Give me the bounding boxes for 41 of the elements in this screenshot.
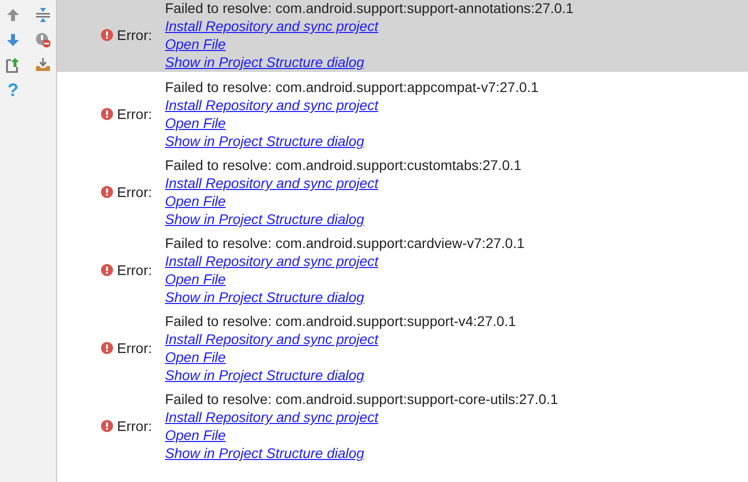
link[interactable]: Show in Project Structure dialog xyxy=(165,288,364,306)
error-message: Failed to resolve: com.android.support:support-v4:27.0.1 xyxy=(165,312,516,330)
error-icon xyxy=(101,342,113,354)
link[interactable]: Install Repository and sync project xyxy=(165,174,378,192)
link[interactable]: Show in Project Structure dialog xyxy=(165,53,364,71)
error-message: Failed to resolve: com.android.support:appcompat-v7:27.0.1 xyxy=(165,78,539,96)
error-row[interactable]: Error: Failed to resolve: com.android.support:support-annotations:27.0.1 Install Repository and sync project Open File Show in Project Structure dialog xyxy=(57,0,748,72)
link[interactable]: Open File xyxy=(165,348,226,366)
error-label: Error: xyxy=(117,260,152,280)
link[interactable]: Install Repository and sync project xyxy=(165,17,378,35)
error-message: Failed to resolve: com.android.support:support-annotations:27.0.1 xyxy=(165,0,574,17)
error-icon xyxy=(101,108,113,120)
error-icon xyxy=(101,186,113,198)
link[interactable]: Install Repository and sync project xyxy=(165,252,378,270)
link[interactable]: Open File xyxy=(165,114,226,132)
error-filter-icon[interactable] xyxy=(34,31,52,49)
error-label: Error: xyxy=(117,26,152,44)
link[interactable]: Install Repository and sync project xyxy=(165,96,378,114)
link[interactable]: Install Repository and sync project xyxy=(165,408,378,426)
link[interactable]: Open File xyxy=(165,35,226,53)
link[interactable]: Open File xyxy=(165,192,226,210)
link[interactable]: Show in Project Structure dialog xyxy=(165,366,364,384)
error-message: Failed to resolve: com.android.support:support-core-utils:27.0.1 xyxy=(165,390,558,408)
link[interactable]: Show in Project Structure dialog xyxy=(165,444,364,462)
error-label: Error: xyxy=(117,338,152,358)
link[interactable]: Show in Project Structure dialog xyxy=(165,210,364,228)
download-icon[interactable] xyxy=(34,56,52,74)
error-icon xyxy=(101,420,113,432)
link[interactable]: Open File xyxy=(165,426,226,444)
link[interactable]: Install Repository and sync project xyxy=(165,330,378,348)
error-message: Failed to resolve: com.android.support:customtabs:27.0.1 xyxy=(165,156,522,174)
error-icon xyxy=(101,264,113,276)
error-message: Failed to resolve: com.android.support:cardview-v7:27.0.1 xyxy=(165,234,525,252)
link[interactable]: Open File xyxy=(165,270,226,288)
link[interactable]: Show in Project Structure dialog xyxy=(165,132,364,150)
error-label: Error: xyxy=(117,416,152,436)
export-icon[interactable] xyxy=(4,56,22,74)
error-label: Error: xyxy=(117,182,152,202)
collapse-icon[interactable] xyxy=(34,6,52,24)
error-icon xyxy=(101,29,113,41)
error-label: Error: xyxy=(117,104,152,124)
